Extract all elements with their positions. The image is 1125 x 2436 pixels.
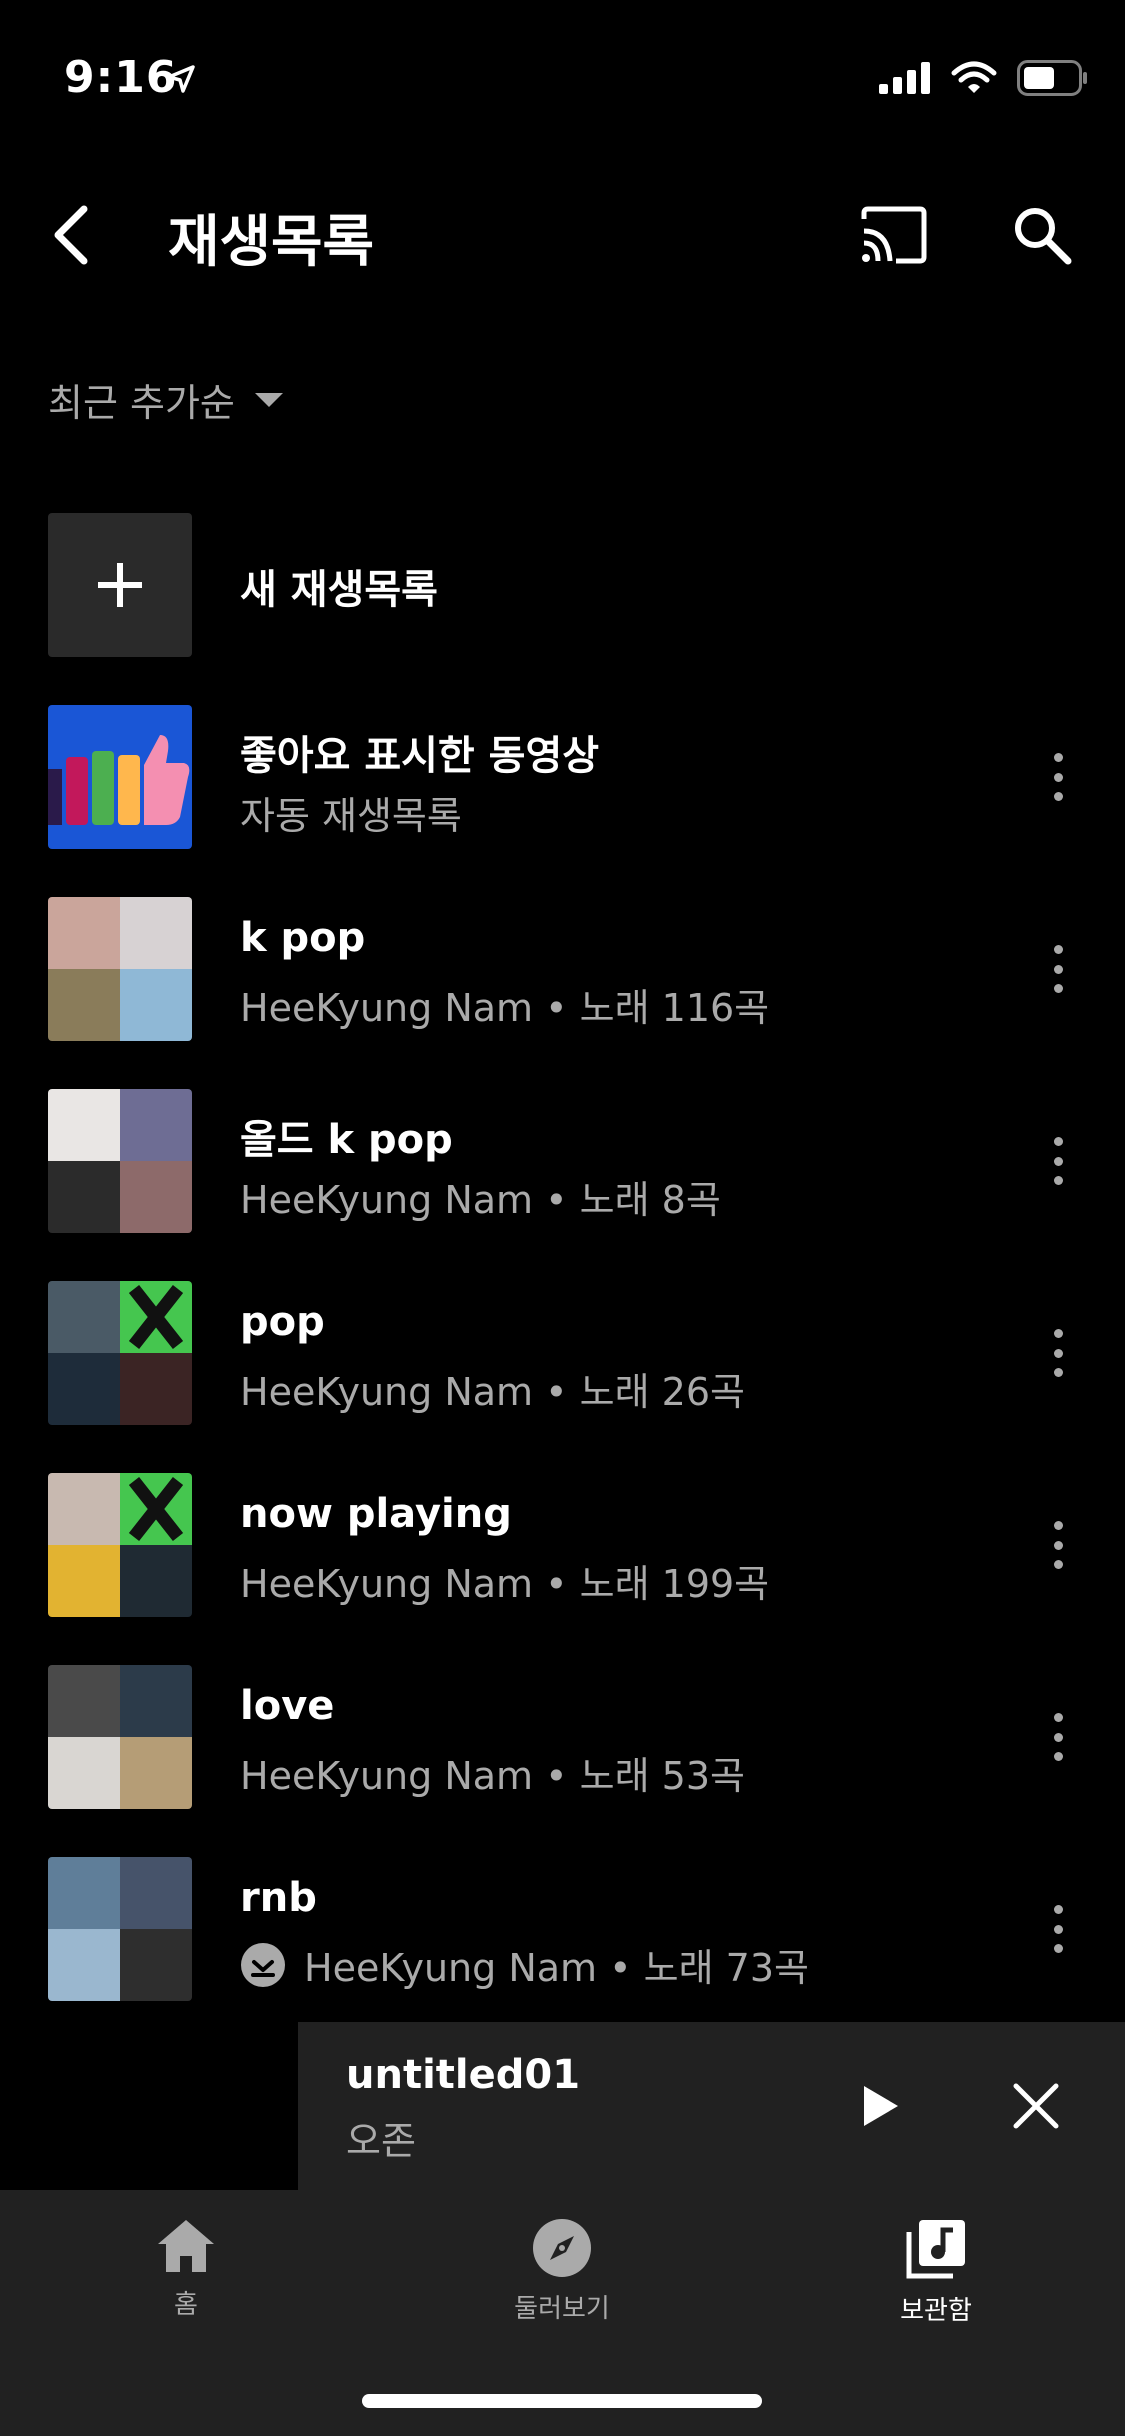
playlist-thumbnail bbox=[48, 1089, 192, 1233]
more-options-icon[interactable] bbox=[1046, 945, 1070, 993]
nav-library-label: 보관함 bbox=[900, 2296, 972, 2326]
more-options-icon[interactable] bbox=[1046, 1905, 1070, 1953]
playlist-subtitle: HeeKyung Nam • 노래 73곡 bbox=[304, 1946, 809, 1990]
library-music-icon bbox=[906, 2220, 965, 2279]
playlist-thumbnail bbox=[48, 897, 192, 1041]
liked-videos-thumbnail bbox=[48, 705, 192, 849]
caret-down-icon bbox=[254, 392, 283, 407]
playlist-item[interactable]: rnb HeeKyung Nam • 노래 73곡 bbox=[0, 1857, 1125, 2049]
status-bar: 9:16 bbox=[0, 0, 1125, 150]
playlist-title: 좋아요 표시한 동영상 bbox=[240, 733, 600, 779]
header: 재생목록 bbox=[0, 175, 1125, 295]
cast-icon[interactable] bbox=[858, 205, 930, 265]
playlist-subtitle: HeeKyung Nam • 노래 199곡 bbox=[240, 1562, 770, 1606]
playlist-subtitle: HeeKyung Nam • 노래 8곡 bbox=[240, 1178, 721, 1222]
sort-label: 최근 추가순 bbox=[48, 381, 235, 425]
close-icon[interactable] bbox=[1010, 2080, 1062, 2132]
mini-player-artist: 오존 bbox=[346, 2119, 416, 2163]
nav-explore[interactable]: 둘러보기 bbox=[462, 2218, 662, 2325]
plus-icon bbox=[48, 513, 192, 657]
home-indicator bbox=[362, 2394, 762, 2408]
playlist-title: rnb bbox=[240, 1875, 317, 1921]
playlist-item[interactable]: love HeeKyung Nam • 노래 53곡 bbox=[0, 1665, 1125, 1857]
search-icon[interactable] bbox=[1010, 203, 1074, 267]
back-arrow-icon[interactable] bbox=[40, 203, 104, 267]
mini-player[interactable]: untitled01 오존 bbox=[298, 2022, 1125, 2190]
playlist-subtitle-row: HeeKyung Nam • 노래 73곡 bbox=[240, 1937, 809, 1992]
more-options-icon[interactable] bbox=[1046, 1329, 1070, 1377]
playlist-thumbnail bbox=[48, 1281, 192, 1425]
more-options-icon[interactable] bbox=[1046, 1713, 1070, 1761]
playlist-thumbnail bbox=[48, 1665, 192, 1809]
playlist-title: love bbox=[240, 1683, 335, 1729]
battery-icon bbox=[1017, 60, 1087, 96]
playlist-title: pop bbox=[240, 1299, 325, 1345]
status-time: 9:16 bbox=[64, 52, 178, 103]
playlist-item[interactable]: k pop HeeKyung Nam • 노래 116곡 bbox=[0, 897, 1125, 1089]
mini-player-title: untitled01 bbox=[346, 2052, 581, 2098]
page-title: 재생목록 bbox=[168, 210, 375, 275]
nav-library[interactable]: 보관함 bbox=[836, 2218, 1036, 2327]
playlist-thumbnail bbox=[48, 1857, 192, 2001]
playlist-title: 올드 k pop bbox=[240, 1117, 453, 1163]
playlist-title: now playing bbox=[240, 1491, 512, 1537]
more-options-icon[interactable] bbox=[1046, 753, 1070, 801]
compass-icon bbox=[533, 2219, 591, 2277]
more-options-icon[interactable] bbox=[1046, 1521, 1070, 1569]
location-arrow-icon bbox=[167, 65, 195, 93]
playlist-item[interactable]: pop HeeKyung Nam • 노래 26곡 bbox=[0, 1281, 1125, 1473]
more-options-icon[interactable] bbox=[1046, 1137, 1070, 1185]
playlist-subtitle: HeeKyung Nam • 노래 53곡 bbox=[240, 1754, 745, 1798]
nav-explore-label: 둘러보기 bbox=[514, 2294, 610, 2324]
play-icon[interactable] bbox=[854, 2082, 902, 2130]
signal-icon bbox=[879, 62, 930, 94]
downloaded-icon bbox=[241, 1942, 285, 1987]
nav-home-label: 홈 bbox=[174, 2290, 198, 2320]
playlist-item-liked[interactable]: 좋아요 표시한 동영상 자동 재생목록 bbox=[0, 705, 1125, 897]
playlist-subtitle: 자동 재생목록 bbox=[240, 794, 462, 838]
playlist-item[interactable]: 올드 k pop HeeKyung Nam • 노래 8곡 bbox=[0, 1089, 1125, 1281]
new-playlist-label: 새 재생목록 bbox=[240, 567, 438, 613]
playlist-item[interactable]: now playing HeeKyung Nam • 노래 199곡 bbox=[0, 1473, 1125, 1665]
playlist-title: k pop bbox=[240, 915, 366, 961]
playlist-thumbnail bbox=[48, 1473, 192, 1617]
wifi-icon bbox=[951, 61, 997, 93]
home-icon bbox=[158, 2220, 214, 2272]
sort-dropdown[interactable]: 최근 추가순 bbox=[48, 372, 283, 427]
nav-home[interactable]: 홈 bbox=[86, 2218, 286, 2321]
playlist-subtitle: HeeKyung Nam • 노래 26곡 bbox=[240, 1370, 745, 1414]
playlist-subtitle: HeeKyung Nam • 노래 116곡 bbox=[240, 986, 770, 1030]
new-playlist-button[interactable]: 새 재생목록 bbox=[0, 513, 1125, 705]
status-icons bbox=[879, 60, 1089, 96]
